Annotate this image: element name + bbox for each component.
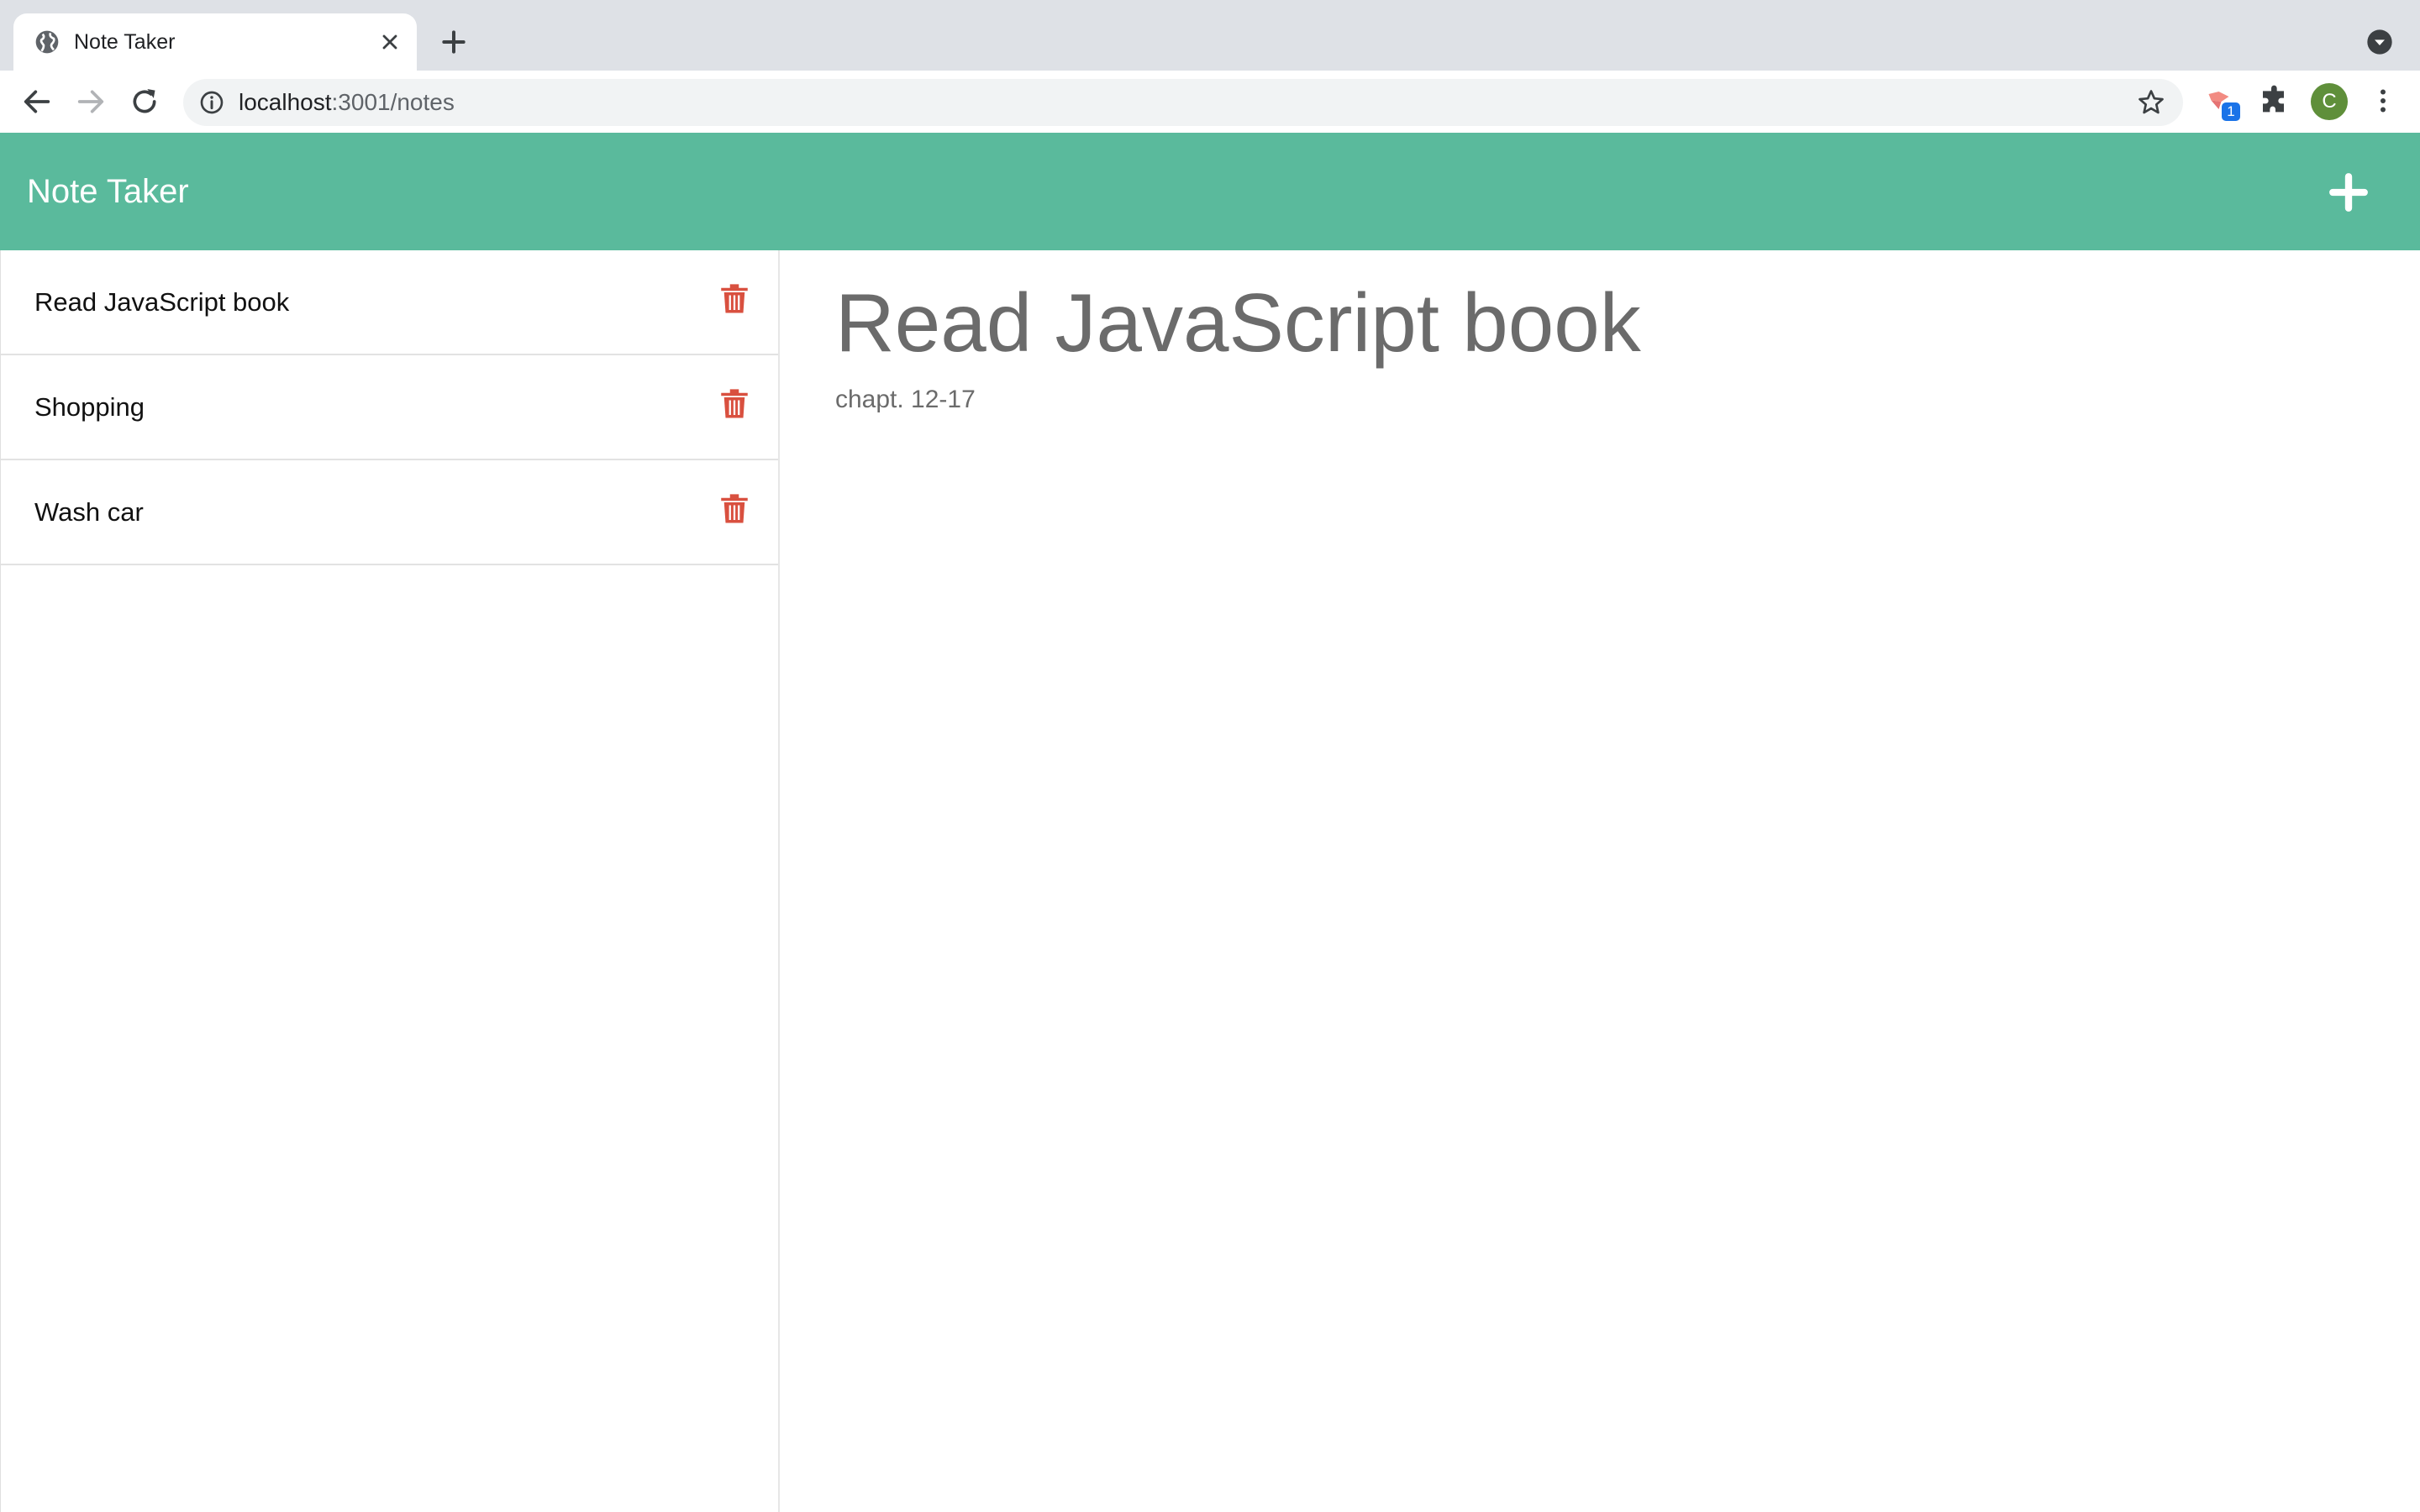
puzzle-extensions-icon[interactable] [2259, 84, 2292, 118]
browser-tab-strip: Note Taker [0, 0, 2420, 71]
note-list-panel: Read JavaScript book Shopping Wash car [0, 250, 780, 1512]
info-icon[interactable] [198, 89, 225, 116]
browser-toolbar: localhost:3001/notes [0, 71, 2420, 134]
extension-badge-count: 1 [2222, 102, 2240, 121]
trash-icon[interactable] [717, 491, 752, 526]
app-title[interactable]: Note Taker [27, 170, 189, 213]
forward-arrow-icon[interactable] [74, 85, 108, 118]
note-title: Read JavaScript book [34, 287, 290, 317]
trash-icon[interactable] [717, 281, 752, 316]
tab-search-icon[interactable] [2366, 29, 2393, 55]
address-bar[interactable]: localhost:3001/notes [183, 79, 2183, 126]
note-body[interactable]: chapt. 12-17 [835, 383, 2348, 417]
close-icon[interactable] [378, 30, 402, 54]
url-path: :3001/notes [331, 89, 455, 115]
url-host: localhost [239, 89, 332, 115]
plus-icon[interactable] [2328, 171, 2370, 213]
back-arrow-icon[interactable] [20, 85, 54, 118]
tab-title: Note Taker [74, 30, 176, 54]
reload-icon[interactable] [128, 85, 161, 118]
new-tab-icon[interactable] [437, 25, 471, 59]
app-header: Note Taker [0, 133, 2420, 250]
note-list: Read JavaScript book Shopping Wash car [1, 250, 778, 565]
address-url[interactable]: localhost:3001/notes [239, 89, 455, 116]
note-title: Wash car [34, 497, 144, 527]
list-item[interactable]: Read JavaScript book [1, 250, 778, 355]
more-menu-icon[interactable] [2368, 84, 2398, 118]
note-detail: Read JavaScript book chapt. 12-17 [781, 250, 2420, 1512]
note-heading[interactable]: Read JavaScript book [835, 272, 2348, 373]
star-bookmark-icon[interactable] [2136, 87, 2166, 118]
profile-avatar[interactable]: C [2311, 83, 2348, 120]
extension-icon[interactable]: 1 [2203, 84, 2242, 123]
trash-icon[interactable] [717, 386, 752, 421]
list-item[interactable]: Shopping [1, 355, 778, 460]
browser-tab[interactable]: Note Taker [13, 13, 417, 71]
globe-icon [35, 30, 59, 54]
note-title: Shopping [34, 392, 145, 422]
list-item[interactable]: Wash car [1, 460, 778, 565]
